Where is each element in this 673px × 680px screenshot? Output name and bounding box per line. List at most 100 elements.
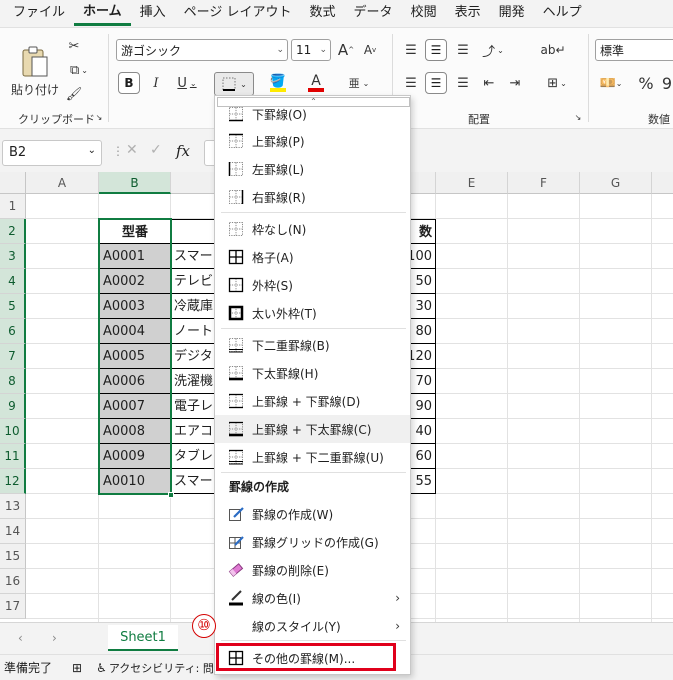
border-button[interactable]: ⌄ <box>214 72 254 96</box>
cell-model[interactable]: A0006 <box>99 369 171 394</box>
fill-color-button[interactable]: 🪣 <box>262 72 294 94</box>
row-header-9[interactable]: 9 <box>0 394 26 419</box>
dialog-launcher-icon[interactable]: ↘ <box>94 112 104 122</box>
column-header-h[interactable]: H <box>652 172 673 194</box>
sheet-tab-sheet1[interactable]: Sheet1 <box>108 625 178 651</box>
border-menu-item[interactable]: 上罫線 + 下二重罫線(U) <box>215 443 410 471</box>
align-top-icon[interactable]: ☰ <box>400 39 422 61</box>
cell-model[interactable]: A0001 <box>99 244 171 269</box>
cancel-icon[interactable]: ✕ <box>126 142 138 158</box>
menu-tab-7[interactable]: 表示 <box>446 0 490 26</box>
align-left-icon[interactable]: ☰ <box>400 72 422 94</box>
row-header-7[interactable]: 7 <box>0 344 26 369</box>
row-header-6[interactable]: 6 <box>0 319 26 344</box>
column-header-f[interactable]: F <box>508 172 580 194</box>
phonetic-button[interactable]: 亜 ⌄ <box>342 72 376 94</box>
border-menu-item[interactable]: 下太罫線(H) <box>215 359 410 387</box>
fill-handle[interactable] <box>168 492 174 498</box>
comma-style-icon[interactable]: 9 <box>660 72 673 94</box>
border-menu-item[interactable]: 罫線の作成(W) <box>215 500 410 528</box>
italic-button[interactable]: I <box>146 72 166 94</box>
border-menu-item[interactable]: 下二重罫線(B) <box>215 331 410 359</box>
row-header-15[interactable]: 15 <box>0 544 26 569</box>
insert-function-button[interactable]: fx <box>176 142 190 160</box>
align-bottom-icon[interactable]: ☰ <box>452 39 474 61</box>
border-menu-item[interactable]: 上罫線(P) <box>215 127 410 155</box>
row-header-13[interactable]: 13 <box>0 494 26 519</box>
font-color-button[interactable]: A <box>300 72 332 94</box>
column-header-g[interactable]: G <box>580 172 652 194</box>
enter-icon[interactable]: ✓ <box>150 142 162 158</box>
name-box[interactable]: B2 ⌄ <box>2 140 102 166</box>
percent-button[interactable]: % <box>636 72 656 94</box>
cut-icon[interactable]: ✂ <box>64 36 84 56</box>
row-header-14[interactable]: 14 <box>0 519 26 544</box>
row-header-12[interactable]: 12 <box>0 469 26 494</box>
border-menu-item[interactable]: 罫線グリッドの作成(G) <box>215 528 410 556</box>
cell-model[interactable]: A0007 <box>99 394 171 419</box>
next-sheet-icon[interactable]: › <box>52 631 57 645</box>
menu-tab-0[interactable]: ファイル <box>4 0 74 26</box>
row-header-17[interactable]: 17 <box>0 594 26 619</box>
font-size-select[interactable]: 11 ⌄ <box>291 39 331 61</box>
accessibility-status[interactable]: アクセシビリティ: 問題 <box>109 660 225 676</box>
row-header-16[interactable]: 16 <box>0 569 26 594</box>
accessibility-icon[interactable]: ♿ <box>96 661 107 675</box>
border-menu-item[interactable]: 上罫線 + 下太罫線(C) <box>215 415 410 443</box>
cell-model[interactable]: A0003 <box>99 294 171 319</box>
format-painter-icon[interactable]: 🖌 <box>64 84 84 104</box>
select-all-corner[interactable] <box>0 172 26 194</box>
font-name-select[interactable]: 游ゴシック ⌄ <box>116 39 288 61</box>
menu-tab-9[interactable]: ヘルプ <box>534 0 591 26</box>
menu-tab-8[interactable]: 開発 <box>490 0 534 26</box>
menu-tab-5[interactable]: データ <box>345 0 402 26</box>
column-header-a[interactable]: A <box>26 172 99 194</box>
currency-icon[interactable]: 💴 ⌄ <box>596 72 626 94</box>
cell-model[interactable]: A0009 <box>99 444 171 469</box>
border-menu-item[interactable]: 太い外枠(T) <box>215 299 410 327</box>
copy-icon[interactable]: ⧉ ⌄ <box>64 60 94 80</box>
wrap-text-icon[interactable]: ab↵ <box>540 39 565 61</box>
paste-button[interactable]: 貼り付け <box>10 36 60 106</box>
border-menu-item[interactable]: 格子(A) <box>215 243 410 271</box>
menu-tab-4[interactable]: 数式 <box>301 0 345 26</box>
row-header-8[interactable]: 8 <box>0 369 26 394</box>
border-menu-item[interactable]: 罫線の削除(E) <box>215 556 410 584</box>
grow-font-button[interactable]: A ^ <box>336 39 356 61</box>
menu-tab-6[interactable]: 校閲 <box>402 0 446 26</box>
border-menu-item[interactable]: 線の色(I) › <box>215 584 410 612</box>
border-menu-item[interactable]: 右罫線(R) <box>215 183 410 211</box>
menu-tab-2[interactable]: 挿入 <box>131 0 175 26</box>
border-menu-item[interactable]: 上罫線 + 下罫線(D) <box>215 387 410 415</box>
merge-center-icon[interactable]: ⊞ ⌄ <box>540 72 574 94</box>
row-header-4[interactable]: 4 <box>0 269 26 294</box>
row-header-5[interactable]: 5 <box>0 294 26 319</box>
border-menu-item[interactable]: 下罫線(O) <box>215 100 410 128</box>
underline-button[interactable]: U ⌄ <box>172 72 202 94</box>
align-right-icon[interactable]: ☰ <box>452 72 474 94</box>
column-header-e[interactable]: E <box>436 172 508 194</box>
cell-model[interactable]: A0010 <box>99 469 171 494</box>
cell-model[interactable]: A0004 <box>99 319 171 344</box>
menu-tab-3[interactable]: ページ レイアウト <box>175 0 301 26</box>
macro-record-icon[interactable]: ⊞ <box>72 661 82 675</box>
row-header-1[interactable]: 1 <box>0 194 26 219</box>
align-middle-icon[interactable]: ☰ <box>425 39 447 61</box>
border-menu-item[interactable]: 外枠(S) <box>215 271 410 299</box>
cell-b2[interactable]: 型番 <box>99 219 171 244</box>
border-menu-item[interactable]: 左罫線(L) <box>215 155 410 183</box>
increase-indent-icon[interactable]: ⇥ <box>504 72 526 94</box>
column-header-b[interactable]: B <box>99 172 171 194</box>
decrease-indent-icon[interactable]: ⇤ <box>478 72 500 94</box>
shrink-font-button[interactable]: Av <box>360 39 380 61</box>
orientation-icon[interactable]: ⤴ ⌄ <box>478 39 508 61</box>
alignment-dialog-launcher-icon[interactable]: ↘ <box>573 112 583 122</box>
align-center-icon[interactable]: ☰ <box>425 72 447 94</box>
border-menu-item[interactable]: 枠なし(N) <box>215 215 410 243</box>
border-menu-item[interactable]: 線のスタイル(Y) › <box>215 612 410 640</box>
row-header-3[interactable]: 3 <box>0 244 26 269</box>
cell-model[interactable]: A0005 <box>99 344 171 369</box>
row-header-10[interactable]: 10 <box>0 419 26 444</box>
prev-sheet-icon[interactable]: ‹ <box>18 631 23 645</box>
row-header-2[interactable]: 2 <box>0 219 26 244</box>
